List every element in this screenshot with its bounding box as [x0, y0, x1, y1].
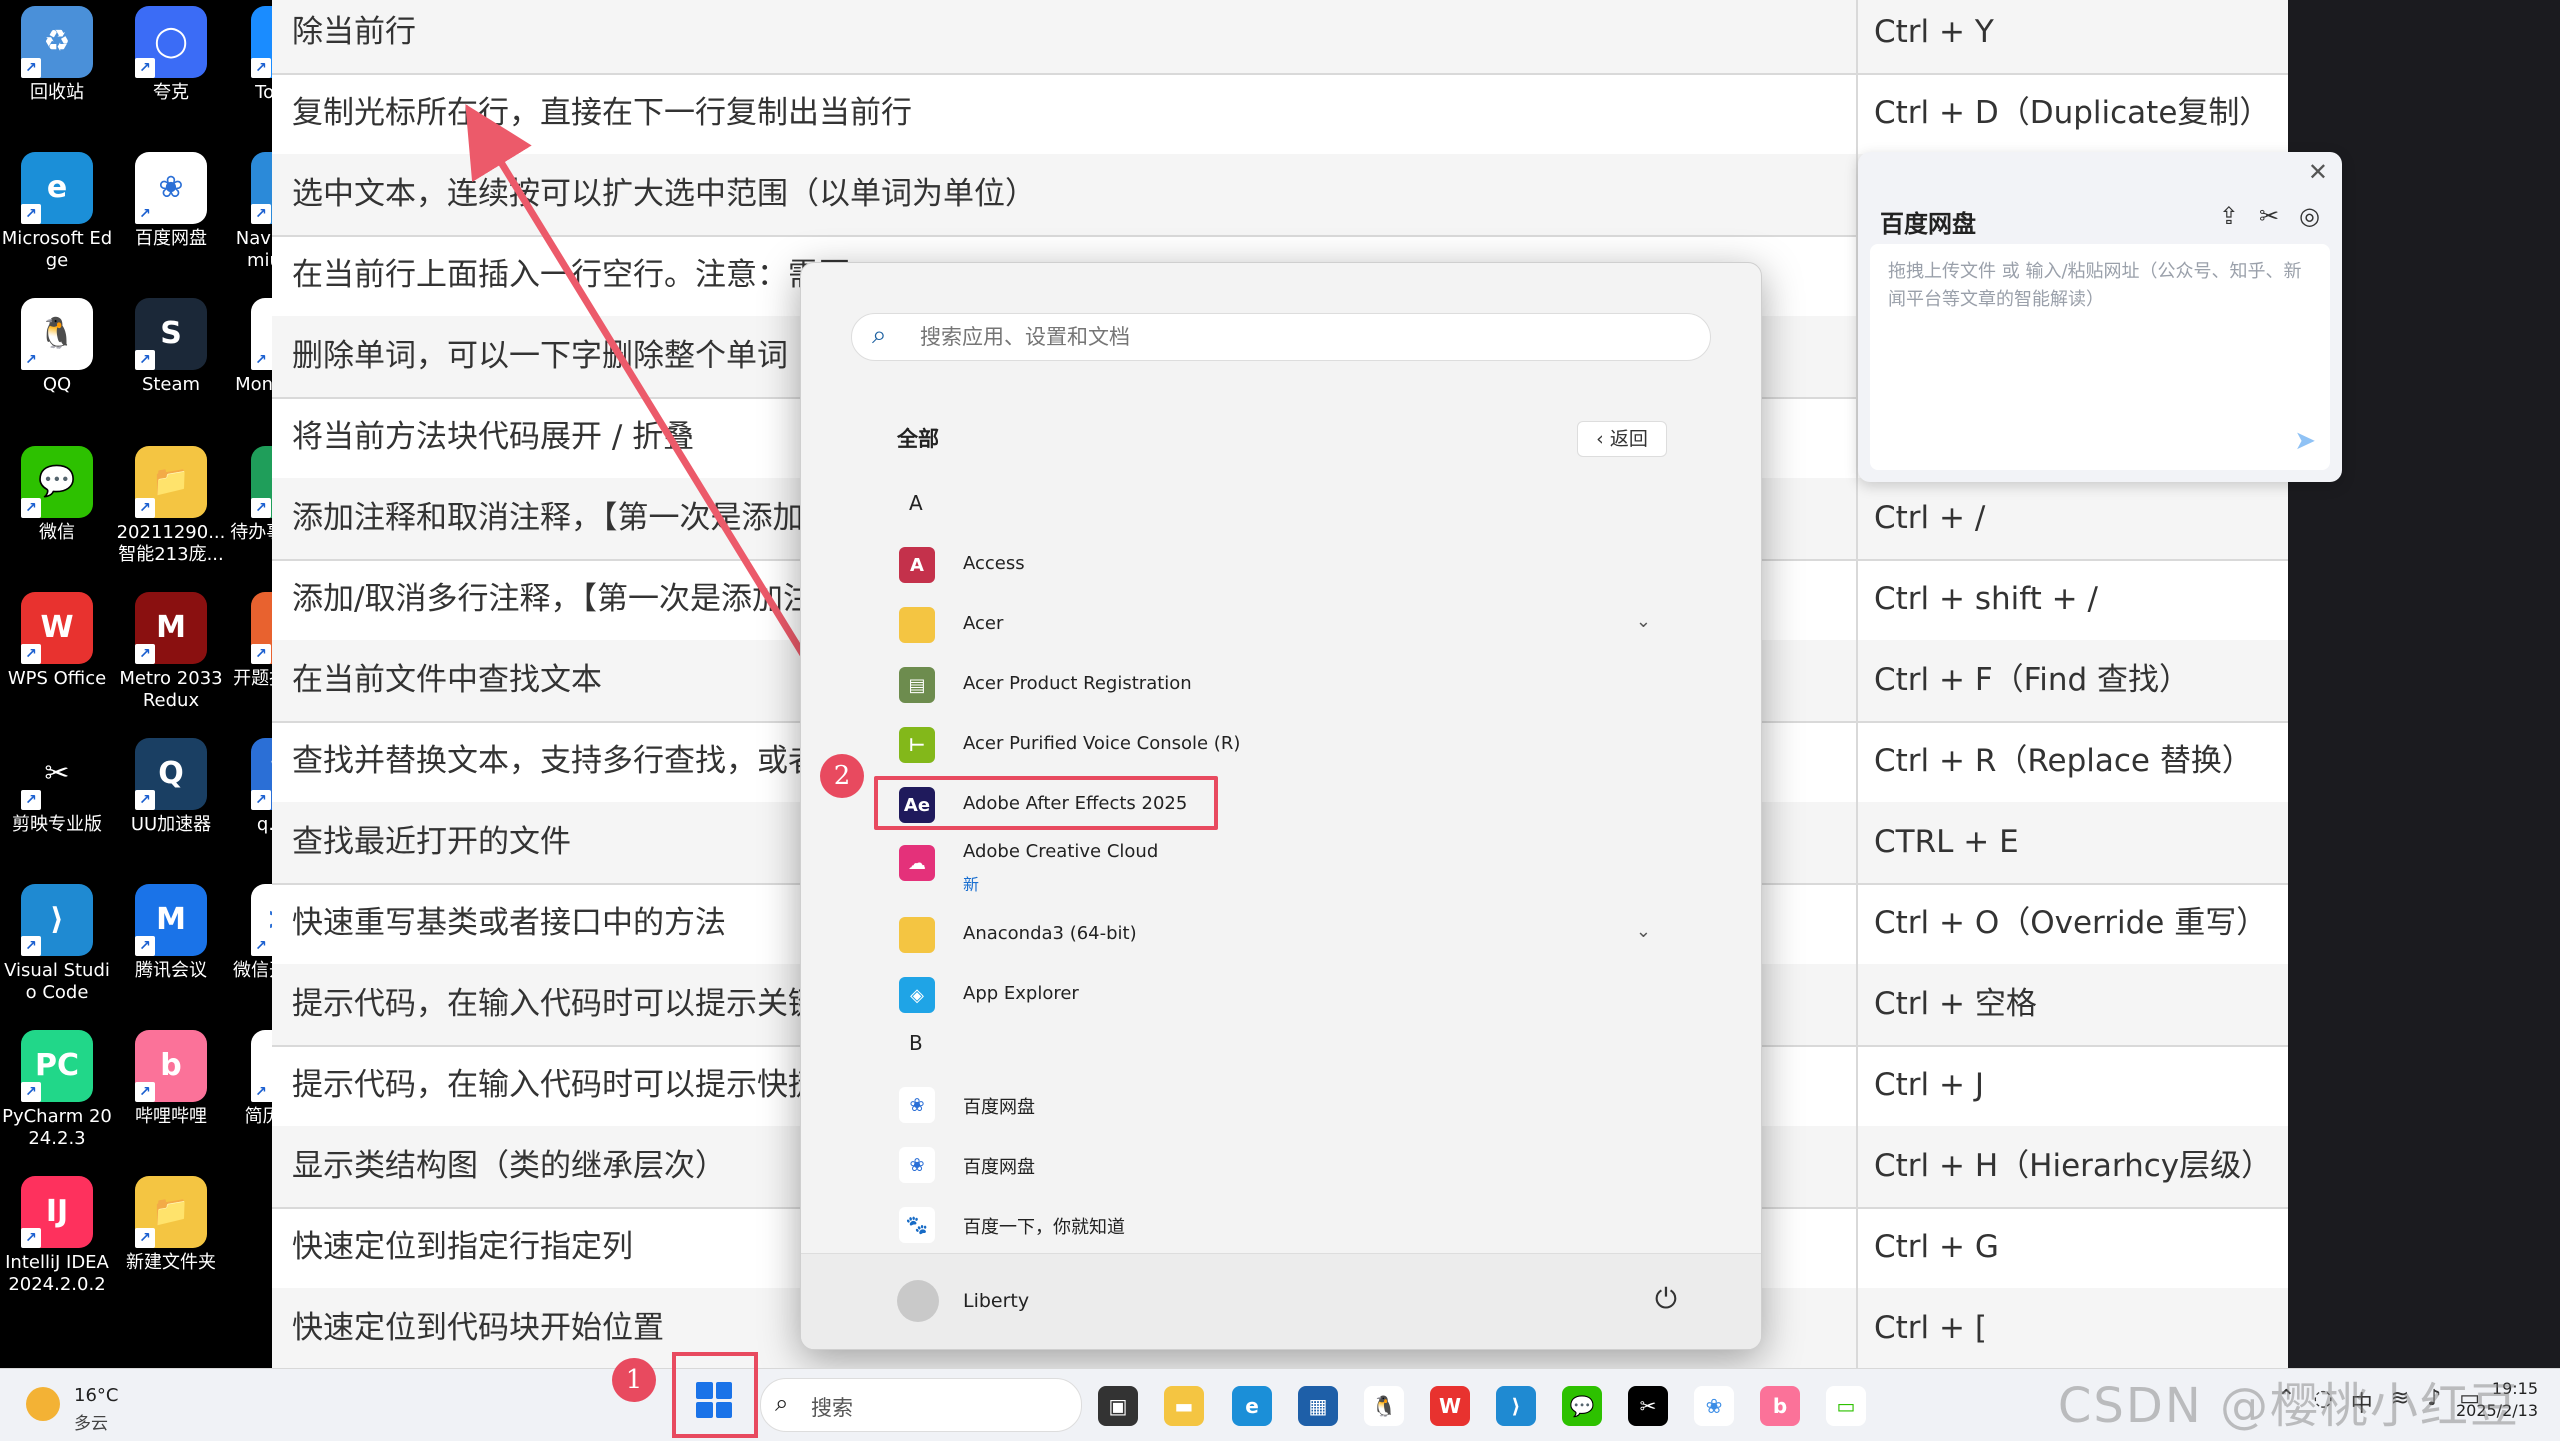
app-new-badge: 新	[963, 875, 980, 894]
start-app-item[interactable]: ☁ Adobe Creative Cloud 新	[889, 833, 1669, 894]
letter-a[interactable]: A	[909, 491, 923, 515]
start-app-item[interactable]: 🐾 百度一下，你就知道	[889, 1195, 1669, 1253]
highlight-after-effects	[874, 776, 1218, 830]
start-search-input[interactable]	[918, 322, 1682, 352]
start-app-item[interactable]: ▤ Acer Product Registration	[889, 655, 1669, 713]
back-button[interactable]: ‹ 返回	[1577, 421, 1667, 457]
chevron-down-icon[interactable]: ⌄	[1636, 611, 1651, 632]
start-search-box[interactable]: ⌕	[851, 313, 1711, 361]
folder-icon	[899, 917, 935, 953]
app-name: App Explorer	[963, 983, 1079, 1004]
app-name: Acer Product Registration	[963, 673, 1192, 694]
app-name: 百度一下，你就知道	[963, 1217, 1125, 1238]
weather-icon	[26, 1387, 60, 1421]
baidu-netdisk-icon[interactable]: ❀	[1694, 1386, 1734, 1426]
acer-voice-icon: ⊢	[899, 727, 935, 763]
letter-b[interactable]: B	[909, 1031, 923, 1055]
weather-temp: 16°C	[74, 1385, 119, 1406]
start-app-item[interactable]: ❀ 百度网盘	[889, 1135, 1669, 1193]
app-name: Acer Purified Voice Console (R)	[963, 733, 1241, 754]
search-icon: ⌕	[775, 1389, 789, 1417]
wechat-devtools-icon[interactable]: ▭	[1826, 1386, 1866, 1426]
windows-logo-icon	[696, 1382, 713, 1399]
wps-icon[interactable]: W	[1430, 1386, 1470, 1426]
acer-registration-icon: ▤	[899, 667, 935, 703]
app-explorer-icon: ◈	[899, 977, 935, 1013]
start-app-item[interactable]: ❀ 百度网盘	[889, 1075, 1669, 1133]
windows-logo-tile	[715, 1382, 732, 1399]
app-name: Acer	[963, 613, 1004, 634]
taskbar-search-label: 搜索	[811, 1396, 853, 1420]
file-explorer-icon[interactable]: ▬	[1164, 1386, 1204, 1426]
baidu-netdisk-icon: ❀	[899, 1087, 935, 1123]
annotation-badge-2: 2	[820, 754, 864, 798]
access-icon: A	[899, 547, 935, 583]
app-name: Adobe Creative Cloud	[963, 841, 1159, 862]
windows-logo-tile	[696, 1401, 713, 1418]
edge-icon[interactable]: e	[1232, 1386, 1272, 1426]
annotation-badge-1: 1	[612, 1358, 656, 1402]
back-label: 返回	[1609, 428, 1648, 450]
folder-icon	[899, 607, 935, 643]
start-app-item[interactable]: ⊢ Acer Purified Voice Console (R)	[889, 715, 1669, 773]
user-avatar[interactable]	[897, 1280, 939, 1322]
user-name[interactable]: Liberty	[963, 1290, 1029, 1312]
app-name: 百度网盘	[963, 1157, 1035, 1178]
wechat-icon[interactable]: 💬	[1562, 1386, 1602, 1426]
start-app-item[interactable]: A Access	[889, 535, 1669, 593]
chevron-left-icon: ‹	[1596, 428, 1610, 450]
taskbar-search[interactable]: ⌕ 搜索	[760, 1378, 1082, 1432]
app-name: Access	[963, 553, 1025, 574]
all-apps-heading: 全部	[897, 427, 939, 451]
task-view-icon[interactable]: ▣	[1098, 1386, 1138, 1426]
creative-cloud-icon: ☁	[899, 845, 935, 881]
vscode-icon[interactable]: ⟩	[1496, 1386, 1536, 1426]
qq-icon[interactable]: 🐧	[1364, 1386, 1404, 1426]
bilibili-icon[interactable]: b	[1760, 1386, 1800, 1426]
search-icon: ⌕	[872, 320, 887, 350]
start-app-item[interactable]: Acer ⌄	[889, 595, 1669, 653]
baidu-netdisk-icon: ❀	[899, 1147, 935, 1183]
windows-start-button[interactable]	[696, 1382, 732, 1418]
store-icon[interactable]: ▦	[1298, 1386, 1338, 1426]
start-app-item[interactable]: ◈ App Explorer	[889, 965, 1669, 1023]
chevron-down-icon[interactable]: ⌄	[1636, 921, 1651, 942]
app-name: Anaconda3 (64-bit)	[963, 923, 1137, 944]
weather-widget[interactable]: 16°C 多云	[26, 1377, 146, 1434]
weather-desc: 多云	[74, 1414, 108, 1434]
capcut-icon[interactable]: ✂	[1628, 1386, 1668, 1426]
baidu-paw-icon: 🐾	[899, 1207, 935, 1243]
power-icon[interactable]: ⏻	[1655, 1282, 1677, 1316]
start-footer: Liberty ⏻	[801, 1253, 1761, 1349]
windows-logo-tile	[715, 1401, 732, 1418]
app-name: 百度网盘	[963, 1097, 1035, 1118]
watermark: CSDN @樱桃小红豆	[2057, 1378, 2520, 1434]
start-app-item[interactable]: Anaconda3 (64-bit) ⌄	[889, 905, 1669, 963]
